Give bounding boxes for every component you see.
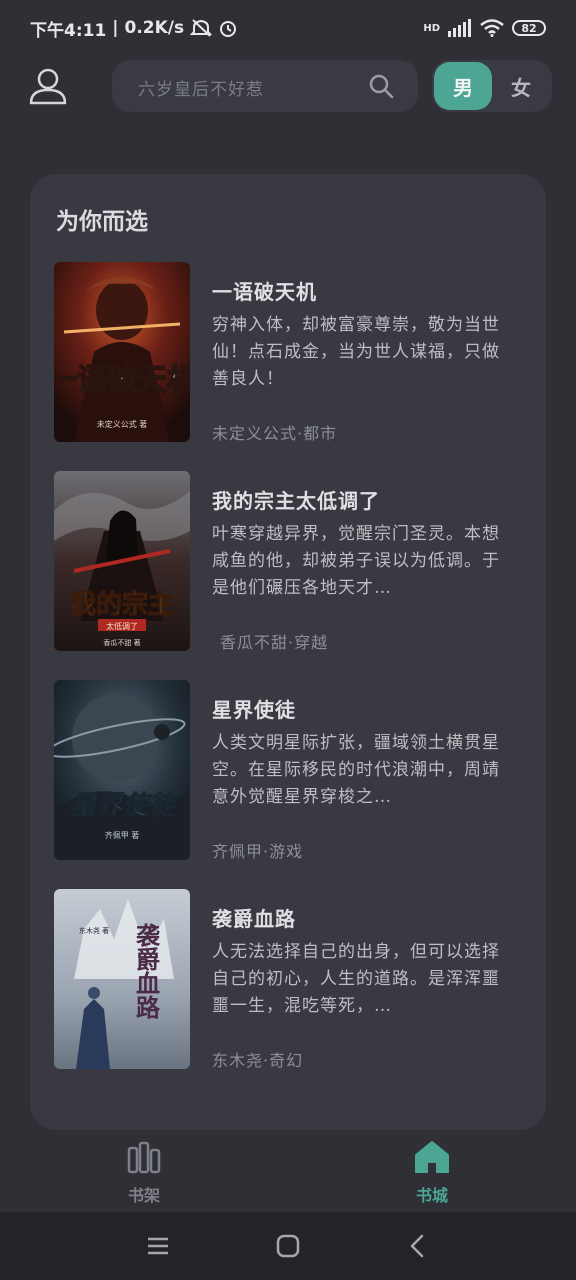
book-title[interactable]: 袭爵血路: [212, 903, 296, 932]
cover-author-text: 香瓜不甜 著: [103, 638, 140, 647]
nav-bookshelf[interactable]: 书架: [104, 1140, 184, 1210]
section-title: 为你而选: [56, 208, 148, 235]
book-item[interactable]: 一语破天机 未定义公式 著 一语破天机 穷神入体，却被富豪尊崇，敬为当世仙！点石…: [54, 262, 524, 443]
menu-icon[interactable]: [144, 1232, 172, 1260]
book-item[interactable]: 星界使徒 齐佩甲 著 星界使徒 人类文明星际扩张，疆域领土横贯星空。在星际移民的…: [54, 680, 524, 861]
search-placeholder: 六岁皇后不好惹: [138, 80, 264, 100]
status-time: 下午4:11: [30, 20, 107, 41]
mute-icon: [190, 19, 213, 37]
book-cover[interactable]: 袭爵血路 东木尧 著: [54, 889, 190, 1069]
back-icon[interactable]: [404, 1232, 432, 1260]
signal-icon: [448, 19, 471, 37]
nav-bookstore-label: 书城: [415, 1186, 448, 1205]
network-type: HD: [423, 22, 440, 34]
gender-female-tab[interactable]: 女: [496, 62, 546, 110]
book-item[interactable]: 我的宗主 太低调了 香瓜不甜 著 我的宗主太低调了 叶寒穿越异界，觉醒宗门圣灵。…: [54, 471, 524, 652]
status-divider: |: [112, 18, 119, 38]
nav-bookstore[interactable]: 书城: [392, 1140, 472, 1210]
alarm-icon: [220, 21, 237, 37]
cover-author-text: 东木尧 著: [79, 926, 109, 935]
cover-subtitle-text: 太低调了: [106, 621, 138, 631]
book-cover[interactable]: 我的宗主 太低调了 香瓜不甜 著: [54, 471, 190, 651]
system-nav-bar: [0, 1212, 576, 1280]
book-title[interactable]: 星界使徒: [212, 694, 296, 723]
book-description: 人无法选择自己的出身，但可以选择自己的初心，人生的道路。是浑浑噩噩一生，混吃等死…: [212, 942, 500, 1016]
book-meta: 未定义公式·都市: [212, 424, 338, 443]
status-speed: 0.2K/s: [124, 18, 185, 38]
user-profile-icon[interactable]: [28, 66, 68, 106]
book-item[interactable]: 袭爵血路 东木尧 著 袭爵血路 人无法选择自己的出身，但可以选择自己的初心，人生…: [54, 889, 524, 1070]
book-title[interactable]: 我的宗主太低调了: [212, 485, 380, 514]
home-icon: [415, 1141, 449, 1173]
cover-title-text: 我的宗主: [70, 589, 174, 620]
top-bar: 六岁皇后不好惹 男 女: [0, 60, 576, 112]
cover-author-text: 未定义公式 著: [97, 419, 148, 429]
book-meta: 香瓜不甜·穿越: [220, 633, 329, 652]
search-input[interactable]: 六岁皇后不好惹: [112, 60, 418, 112]
gender-toggle: 男 女: [432, 60, 552, 112]
book-description: 叶寒穿越异界，觉醒宗门圣灵。本想咸鱼的他，却被弟子误以为低调。于是他们碾压各地天…: [212, 524, 500, 598]
status-bar: 下午4:11 | 0.2K/s HD 82: [0, 0, 576, 56]
book-cover[interactable]: 一语破天机 未定义公式 著: [54, 262, 190, 442]
wifi-icon: [480, 19, 504, 37]
bottom-nav: 书架 书城: [0, 1132, 576, 1212]
cover-author-text: 齐佩甲 著: [105, 830, 140, 840]
gender-male-tab[interactable]: 男: [434, 62, 492, 110]
recommendation-card: 为你而选 一语破天机 未定义公式 著 一语破天机 穷神入体，却被富豪尊崇，敬为当…: [30, 174, 546, 1130]
search-icon[interactable]: [368, 73, 394, 99]
bookshelf-icon: [127, 1141, 161, 1174]
nav-bookshelf-label: 书架: [127, 1186, 160, 1205]
book-cover[interactable]: 星界使徒 齐佩甲 著: [54, 680, 190, 860]
cover-title-text: 星界使徒: [70, 791, 177, 821]
home-button-icon[interactable]: [274, 1232, 302, 1260]
book-description: 穷神入体，却被富豪尊崇，敬为当世仙！点石成金，当为世人谋福，只做善良人！: [212, 315, 500, 389]
book-description: 人类文明星际扩张，疆域领土横贯星空。在星际移民的时代浪潮中，周靖意外觉醒星界穿梭…: [212, 733, 500, 807]
battery-indicator: 82: [512, 20, 546, 36]
cover-title-text: 一语破天机: [54, 363, 190, 398]
book-title[interactable]: 一语破天机: [212, 276, 317, 305]
cover-title-text: 袭爵血路: [132, 923, 161, 1019]
book-meta: 齐佩甲·游戏: [212, 842, 304, 861]
book-meta: 东木尧·奇幻: [212, 1051, 304, 1070]
